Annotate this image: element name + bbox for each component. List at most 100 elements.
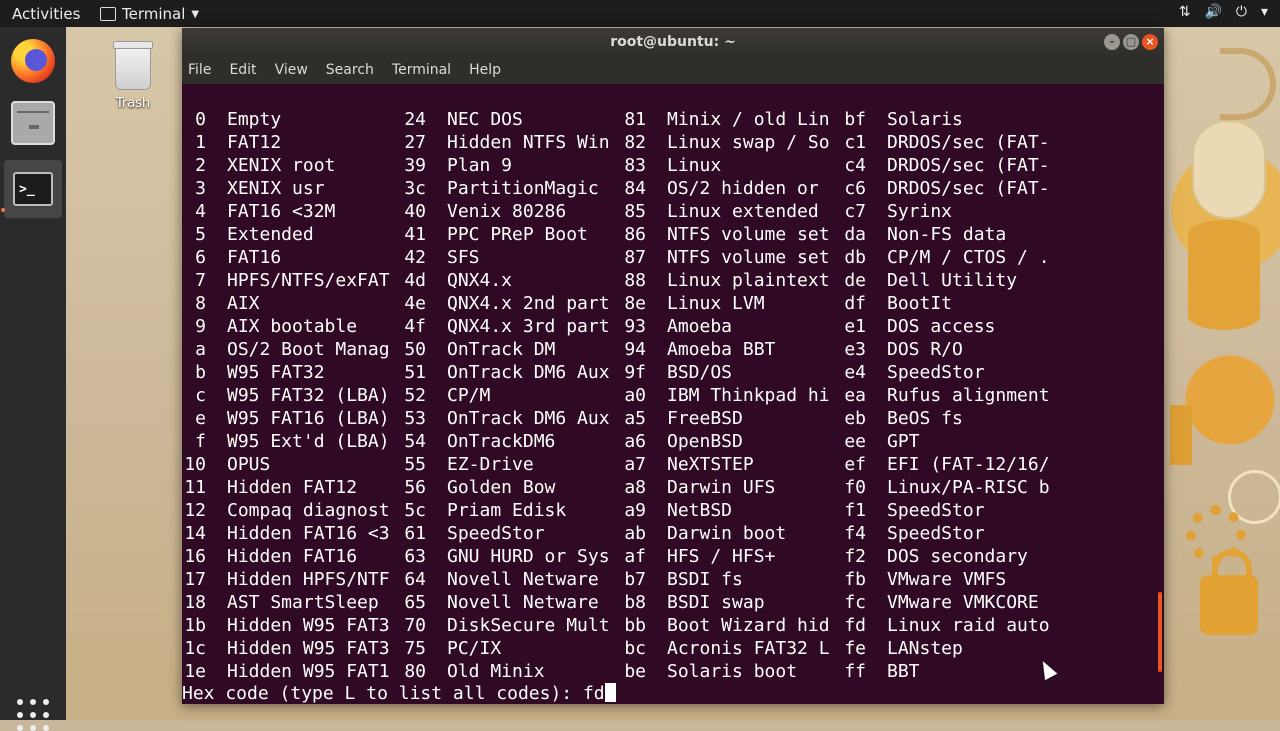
partition-name: Extended	[227, 224, 314, 245]
partition-code: 27	[404, 132, 426, 153]
prompt-input[interactable]: fd	[583, 683, 605, 704]
partition-code: af	[624, 546, 646, 567]
wallpaper-mouse-icon	[1192, 120, 1266, 219]
partition-row: 6 FAT16 42 SFS 87 NTFS volume set db CP/M / CTO…	[182, 246, 1162, 269]
network-icon: ⇅	[1178, 4, 1191, 20]
partition-name: OpenBSD	[667, 431, 743, 452]
partition-code: 6	[195, 247, 206, 268]
menu-view[interactable]: View	[269, 62, 314, 78]
partition-code: 3	[195, 178, 206, 199]
partition-name: Golden Bow	[447, 477, 556, 498]
partition-code: 1c	[184, 638, 206, 659]
menu-terminal[interactable]: Terminal	[386, 62, 457, 78]
partition-name: Old Minix	[447, 661, 545, 682]
window-titlebar[interactable]: root@ubuntu: ~ – ▢ ×	[182, 28, 1164, 56]
partition-name: NetBSD	[667, 500, 733, 521]
partition-code: eb	[844, 408, 866, 429]
partition-name: OnTrackDM6	[447, 431, 556, 452]
partition-name: OS/2 hidden or	[667, 178, 819, 199]
maximize-button[interactable]: ▢	[1123, 34, 1139, 50]
terminal-window[interactable]: root@ubuntu: ~ – ▢ × File Edit View Sear…	[182, 28, 1164, 704]
partition-code: c6	[844, 178, 866, 199]
menu-file[interactable]: File	[182, 62, 217, 78]
partition-name: OS/2 Boot Manag	[227, 339, 390, 360]
partition-code: 7	[195, 270, 206, 291]
dock-files[interactable]	[9, 99, 57, 147]
partition-name: NeXTSTEP	[667, 454, 754, 475]
partition-name: Solaris boot	[667, 661, 798, 682]
trash-icon	[113, 41, 153, 90]
partition-code: 18	[184, 592, 206, 613]
partition-code: 8e	[624, 293, 646, 314]
partition-name: QNX4.x	[447, 270, 513, 291]
partition-code: 56	[404, 477, 426, 498]
close-button[interactable]: ×	[1142, 34, 1158, 50]
dock-firefox[interactable]	[9, 37, 57, 85]
terminal-output[interactable]: 0 Empty 24 NEC DOS 81 Minix / old Lin bf Solari…	[182, 84, 1164, 704]
partition-code: 51	[404, 362, 426, 383]
partition-row: b W95 FAT32 51 OnTrack DM6 Aux 9f BSD/OS e4 Spe…	[182, 361, 1162, 384]
partition-name: VMware VMKCORE	[887, 592, 1039, 613]
partition-name: Linux LVM	[667, 293, 765, 314]
partition-name: QNX4.x 2nd part	[447, 293, 610, 314]
partition-code: 9f	[624, 362, 646, 383]
partition-name: Linux/PA-RISC b	[887, 477, 1050, 498]
partition-code: 83	[624, 155, 646, 176]
partition-name: FAT16 <32M	[227, 201, 336, 222]
partition-code: 94	[624, 339, 646, 360]
partition-name: DRDOS/sec (FAT-	[887, 132, 1050, 153]
partition-row: 1e Hidden W95 FAT1 80 Old Minix be Solaris bo…	[182, 660, 1162, 683]
partition-name: Novell Netware	[447, 569, 599, 590]
partition-code: 53	[404, 408, 426, 429]
partition-code: c1	[844, 132, 866, 153]
partition-name: Hidden NTFS Win	[447, 132, 610, 153]
menu-edit[interactable]: Edit	[223, 62, 262, 78]
activities-button[interactable]: Activities	[12, 5, 80, 23]
caret-down-icon: ▼	[191, 8, 200, 20]
partition-row: 1c Hidden W95 FAT3 75 PC/IX bc Acronis FAT32 …	[182, 637, 1162, 660]
scrollbar[interactable]	[1158, 592, 1162, 672]
partition-code: c7	[844, 201, 866, 222]
partition-name: W95 FAT16 (LBA)	[227, 408, 390, 429]
hex-code-prompt[interactable]: Hex code (type L to list all codes): fd	[182, 682, 616, 704]
partition-code: f4	[844, 523, 866, 544]
partition-name: OnTrack DM6 Aux	[447, 408, 610, 429]
menu-search[interactable]: Search	[320, 62, 380, 78]
partition-code: 16	[184, 546, 206, 567]
partition-name: Priam Edisk	[447, 500, 567, 521]
show-applications-icon[interactable]	[17, 699, 49, 731]
partition-code: 84	[624, 178, 646, 199]
partition-code: 70	[404, 615, 426, 636]
partition-code: 14	[184, 523, 206, 544]
partition-name: Linux swap / So	[667, 132, 830, 153]
partition-code: 54	[404, 431, 426, 452]
menu-help[interactable]: Help	[463, 62, 507, 78]
partition-name: Hidden FAT12	[227, 477, 358, 498]
partition-name: Linux plaintext	[667, 270, 830, 291]
partition-code: 82	[624, 132, 646, 153]
app-menu[interactable]: Terminal ▼	[100, 5, 199, 23]
minimize-button[interactable]: –	[1104, 34, 1120, 50]
partition-name: OPUS	[227, 454, 271, 475]
dock-terminal[interactable]: >_	[4, 160, 62, 218]
partition-code: 3c	[404, 178, 426, 199]
partition-code: b8	[624, 592, 646, 613]
partition-name: PartitionMagic	[447, 178, 599, 199]
partition-code: f0	[844, 477, 866, 498]
partition-row: 17 Hidden HPFS/NTF 64 Novell Netware b7 BSDI …	[182, 568, 1162, 591]
desktop-trash[interactable]: Trash	[104, 41, 162, 111]
terminal-icon	[100, 7, 116, 21]
wallpaper-sound-icon	[1220, 48, 1276, 120]
partition-row: 3 XENIX usr 3c PartitionMagic 84 OS/2 hidden …	[182, 177, 1162, 200]
partition-name: Hidden W95 FAT3	[227, 615, 390, 636]
partition-name: Amoeba	[667, 316, 733, 337]
top-bar: Activities Terminal ▼ ⇅ 🔊 ⏻ ▾	[0, 0, 1280, 27]
terminal-icon: >_	[13, 172, 53, 206]
partition-code: fd	[844, 615, 866, 636]
partition-name: Venix 80286	[447, 201, 567, 222]
system-tray[interactable]: ⇅ 🔊 ⏻ ▾	[1179, 4, 1268, 20]
window-title: root@ubuntu: ~	[610, 34, 736, 50]
dock: >_	[0, 27, 66, 731]
partition-code: 5c	[404, 500, 426, 521]
partition-name: Hidden FAT16	[227, 546, 358, 567]
